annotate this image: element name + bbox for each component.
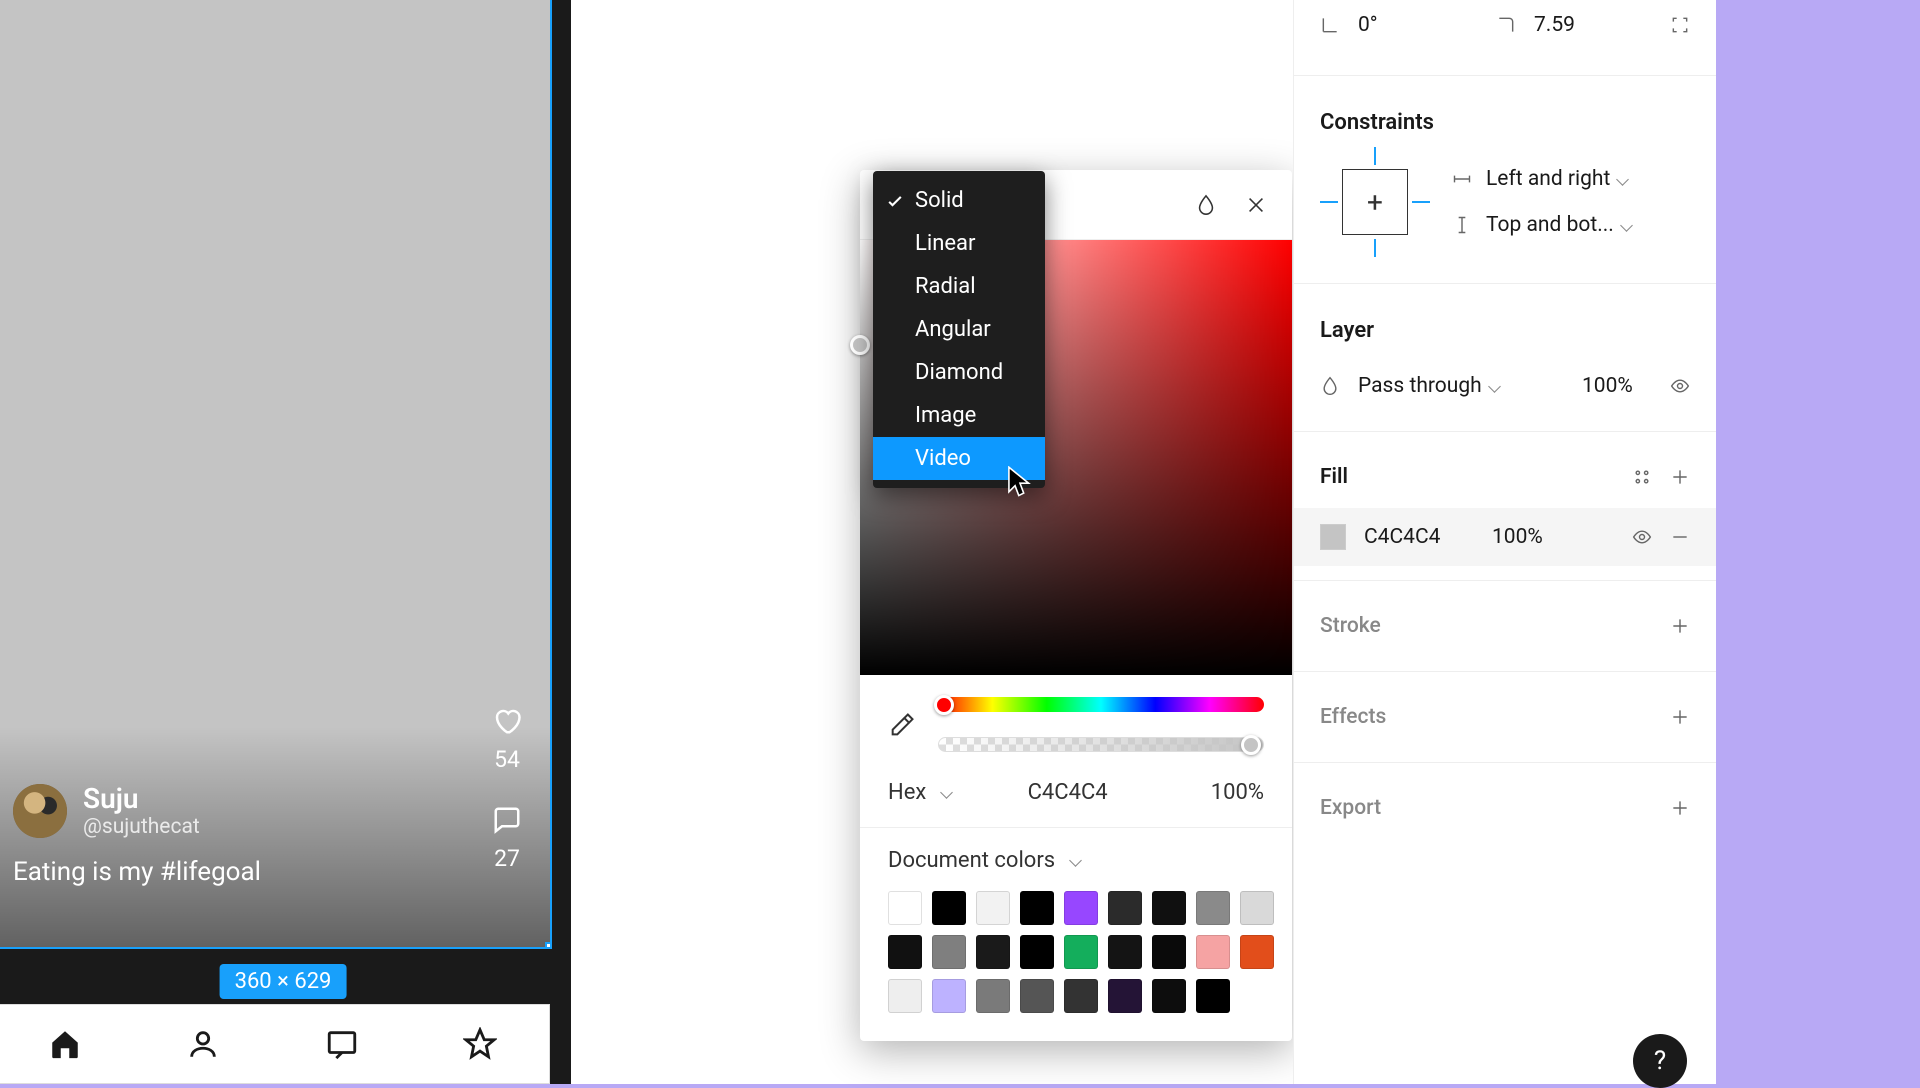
swatch[interactable] [1240,891,1274,925]
canvas-area[interactable]: Suju @sujuthecat Eating is my #lifegoal … [0,0,571,1084]
swatch[interactable] [1196,891,1230,925]
swatch[interactable] [1108,979,1142,1013]
layer-title: Layer [1294,298,1716,355]
comment-count: 27 [494,845,520,872]
blend-mode-icon [1320,376,1340,396]
post-username: Suju [83,782,200,815]
swatch[interactable] [932,935,966,969]
hue-slider[interactable] [938,697,1264,712]
swatch[interactable] [932,979,966,1013]
fill-visibility-icon[interactable] [1632,527,1652,547]
post-handle: @sujuthecat [83,815,200,839]
swatch[interactable] [976,935,1010,969]
fill-type-angular[interactable]: Angular [873,308,1045,351]
document-colors-select[interactable]: Document colors [888,848,1264,873]
stroke-title: Stroke [1320,614,1652,638]
swatch[interactable] [976,979,1010,1013]
vertical-constraint-icon [1452,215,1472,235]
swatch[interactable] [1108,935,1142,969]
alpha-slider[interactable] [938,737,1264,752]
selected-frame[interactable]: Suju @sujuthecat Eating is my #lifegoal … [0,0,552,949]
selection-handle[interactable] [545,942,552,949]
swatch[interactable] [1020,891,1054,925]
add-fill-icon[interactable] [1670,467,1690,487]
swatch[interactable] [888,979,922,1013]
visibility-icon[interactable] [1670,376,1690,396]
fill-type-radial[interactable]: Radial [873,265,1045,308]
swatch[interactable] [1064,935,1098,969]
blend-icon[interactable] [1195,194,1217,216]
independent-corners-icon[interactable] [1670,15,1690,35]
swatch[interactable] [1020,935,1054,969]
heart-icon [492,706,522,736]
swatch[interactable] [1064,891,1098,925]
chat-icon[interactable] [325,1027,359,1061]
opacity-input[interactable]: 100% [1184,780,1264,805]
hex-input[interactable]: C4C4C4 [951,780,1184,805]
properties-panel: 0° 7.59 Constraints + Left and right Top… [1293,0,1716,1084]
horizontal-constraint-select[interactable]: Left and right [1486,167,1627,191]
swatch[interactable] [1020,979,1054,1013]
swatch[interactable] [1108,891,1142,925]
fill-type-linear[interactable]: Linear [873,222,1045,265]
swatch[interactable] [888,935,922,969]
fill-opacity-input[interactable]: 100% [1492,525,1614,549]
fill-hex-input[interactable]: C4C4C4 [1364,525,1474,549]
post-caption: Eating is my #lifegoal [13,857,261,887]
corner-radius-icon [1496,15,1516,35]
like-count: 54 [494,746,520,773]
comment-icon [492,805,522,835]
layer-opacity-input[interactable]: 100% [1582,374,1652,398]
vertical-constraint-select[interactable]: Top and bot... [1486,213,1631,237]
fill-title: Fill [1320,465,1614,489]
export-title: Export [1320,796,1652,820]
add-stroke-icon[interactable] [1670,616,1690,636]
add-effect-icon[interactable] [1670,707,1690,727]
close-icon[interactable] [1245,194,1267,216]
bottom-nav [0,1004,550,1084]
fill-type-solid[interactable]: Solid [873,179,1045,222]
swatch[interactable] [1240,935,1274,969]
avatar [13,784,67,838]
rotation-input[interactable]: 0° [1358,13,1478,37]
swatch[interactable] [1196,979,1230,1013]
styles-icon[interactable] [1632,467,1652,487]
cursor-pointer [1007,466,1033,498]
swatch[interactable] [1152,935,1186,969]
corner-radius-input[interactable]: 7.59 [1534,13,1652,37]
fill-type-diamond[interactable]: Diamond [873,351,1045,394]
eyedropper-icon[interactable] [888,711,916,739]
remove-fill-icon[interactable] [1670,527,1690,547]
angle-icon [1320,15,1340,35]
effects-title: Effects [1320,705,1652,729]
selection-size-badge: 360 × 629 [220,964,347,999]
fill-type-image[interactable]: Image [873,394,1045,437]
horizontal-constraint-icon [1452,169,1472,189]
color-field-handle[interactable] [850,335,870,355]
swatch[interactable] [976,891,1010,925]
document-swatch-grid [888,891,1264,1013]
blend-mode-select[interactable]: Pass through [1358,374,1564,398]
star-icon[interactable] [463,1027,497,1061]
swatch[interactable] [1196,935,1230,969]
fill-type-dropdown[interactable]: SolidLinearRadialAngularDiamondImageVide… [873,171,1045,488]
user-icon[interactable] [186,1027,220,1061]
home-icon[interactable] [48,1027,82,1061]
swatch[interactable] [888,891,922,925]
swatch[interactable] [1064,979,1098,1013]
color-format-select[interactable]: Hex [888,780,951,805]
alpha-knob[interactable] [1241,735,1261,755]
swatch[interactable] [1152,891,1186,925]
swatch[interactable] [932,891,966,925]
swatch[interactable] [1152,979,1186,1013]
fill-swatch[interactable] [1320,524,1346,550]
hue-knob[interactable] [934,695,954,715]
constraints-title: Constraints [1294,90,1716,147]
add-export-icon[interactable] [1670,798,1690,818]
constraints-widget[interactable]: + [1320,147,1430,257]
